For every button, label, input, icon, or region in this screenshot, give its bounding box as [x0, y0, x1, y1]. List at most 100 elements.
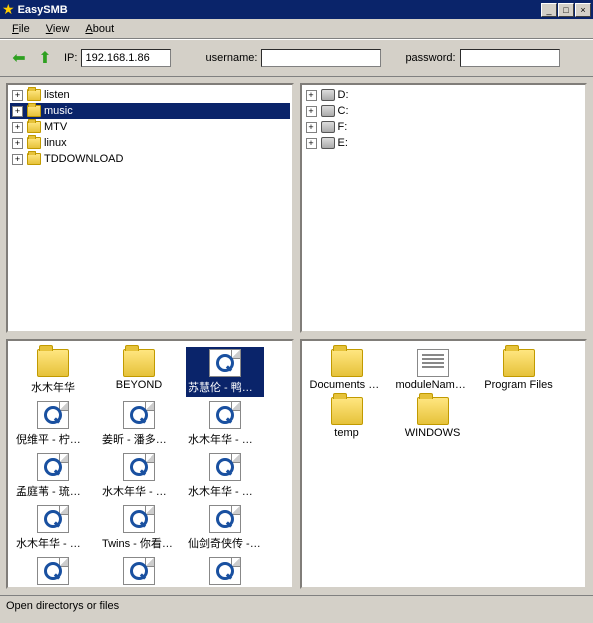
local-tree-item[interactable]: +D: — [304, 87, 584, 103]
menu-file-label: ile — [19, 23, 30, 35]
menu-view-label: iew — [53, 23, 70, 35]
remote-tree-panel: + listen + music + MTV + linux + TDDOWNLOAD — [6, 83, 294, 333]
folder-icon — [417, 397, 449, 425]
file-label: 水木年华 - 秋日... — [102, 483, 176, 499]
file-item[interactable]: 仙剑奇侠传 - 05... — [186, 503, 264, 553]
folder-icon — [503, 349, 535, 377]
media-file-icon — [123, 401, 155, 429]
nav-back-button[interactable]: ⬅ — [8, 47, 30, 69]
file-item[interactable]: 水木年华 - 借我... — [186, 399, 264, 449]
text-file-icon — [417, 349, 449, 377]
status-text: Open directorys or files — [6, 600, 119, 612]
file-label: 仙剑奇侠传 - 05... — [188, 535, 262, 551]
remote-tree-item[interactable]: + TDDOWNLOAD — [10, 151, 290, 167]
app-icon: ★ — [2, 1, 15, 18]
nav-forward-button[interactable]: ⬆ — [34, 47, 56, 69]
expand-icon[interactable]: + — [306, 138, 317, 149]
file-label: moduleName.txt — [396, 379, 470, 391]
file-item[interactable]: 水木年华 — [14, 347, 92, 397]
username-input[interactable] — [261, 49, 381, 67]
file-label: WINDOWS — [396, 427, 470, 439]
drive-icon — [321, 105, 335, 117]
folder-icon — [27, 89, 41, 101]
media-file-icon — [209, 557, 241, 585]
file-label: 苏慧伦 - 鸭子.mp3 — [188, 379, 262, 395]
menu-view[interactable]: View — [38, 21, 78, 37]
file-item[interactable]: 蔡依林 - hey — [100, 555, 178, 589]
remote-tree-item[interactable]: + listen — [10, 87, 290, 103]
expand-icon[interactable]: + — [306, 106, 317, 117]
file-item[interactable]: Program Files — [480, 347, 558, 393]
file-item[interactable]: Twins - 你看我吃... — [100, 503, 178, 553]
file-label: Program Files — [482, 379, 556, 391]
ip-input[interactable] — [81, 49, 171, 67]
file-item[interactable]: S.H.E - 一眼万年 — [14, 555, 92, 589]
file-label: 水木年华 - 今天... — [188, 483, 262, 499]
file-item[interactable]: 苏慧伦 - 鸭子.mp3 — [186, 347, 264, 397]
local-files-iconview[interactable]: Documents and S... moduleName.txt Program … — [302, 341, 586, 447]
ip-label: IP: — [64, 52, 77, 64]
folder-icon — [331, 349, 363, 377]
file-item[interactable]: 姜昕 - 潘多拉.mp3 — [100, 399, 178, 449]
media-file-icon — [37, 557, 69, 585]
menu-about[interactable]: About — [77, 21, 122, 37]
file-item[interactable]: moduleName.txt — [394, 347, 472, 393]
file-item[interactable]: 水木年华 - 今天... — [186, 451, 264, 501]
drive-icon — [321, 137, 335, 149]
folder-icon — [331, 397, 363, 425]
folder-icon — [27, 121, 41, 133]
expand-icon[interactable]: + — [306, 90, 317, 101]
file-label: 水木年华 - 借我... — [188, 431, 262, 447]
remote-tree-item[interactable]: + music — [10, 103, 290, 119]
local-tree-item[interactable]: + C: — [304, 103, 584, 119]
local-tree-item[interactable]: + F: — [304, 119, 584, 135]
file-item[interactable]: 水木年华 - 秋日... — [100, 451, 178, 501]
expand-icon[interactable]: + — [12, 90, 23, 101]
media-file-icon — [123, 505, 155, 533]
tree-item-label: F: — [338, 121, 348, 133]
titlebar: ★ EasySMB _ □ × — [0, 0, 593, 19]
file-label: K One - 爱情... — [188, 587, 262, 589]
file-label: Twins - 你看我吃... — [102, 535, 176, 551]
remote-files-iconview[interactable]: 水木年华BEYOND 苏慧伦 - 鸭子.mp3 倪维平 - 柠檬树...姜昕 - 潘… — [8, 341, 292, 589]
maximize-button[interactable]: □ — [558, 3, 574, 17]
remote-tree-item[interactable]: + MTV — [10, 119, 290, 135]
expand-icon[interactable]: + — [12, 138, 23, 149]
tree-item-label: C: — [338, 105, 349, 117]
minimize-button[interactable]: _ — [541, 3, 557, 17]
local-tree-panel: +D:+C:+F:+E: — [300, 83, 588, 333]
menu-about-label: bout — [93, 23, 114, 35]
tree-item-label: music — [44, 105, 73, 117]
password-input[interactable] — [460, 49, 560, 67]
file-item[interactable]: 孟庭苇 - 琉璃.mp3 — [14, 451, 92, 501]
local-tree[interactable]: +D:+C:+F:+E: — [302, 85, 586, 153]
statusbar: Open directorys or files — [0, 595, 593, 615]
tree-item-label: listen — [44, 89, 70, 101]
local-tree-item[interactable]: +E: — [304, 135, 584, 151]
tree-item-label: MTV — [44, 121, 67, 133]
file-item[interactable]: K One - 爱情... — [186, 555, 264, 589]
file-item[interactable]: BEYOND — [100, 347, 178, 397]
file-item[interactable]: Documents and S... — [308, 347, 386, 393]
remote-tree[interactable]: + listen + music + MTV + linux + TDDOWNLOAD — [8, 85, 292, 169]
expand-icon[interactable]: + — [12, 106, 23, 117]
file-item[interactable]: temp — [308, 395, 386, 441]
file-label: S.H.E - 一眼万年 — [16, 587, 90, 589]
expand-icon[interactable]: + — [12, 122, 23, 133]
tree-item-label: TDDOWNLOAD — [44, 153, 123, 165]
file-item[interactable]: WINDOWS — [394, 395, 472, 441]
close-button[interactable]: × — [575, 3, 591, 17]
file-label: temp — [310, 427, 384, 439]
media-file-icon — [209, 505, 241, 533]
expand-icon[interactable]: + — [12, 154, 23, 165]
media-file-icon — [37, 401, 69, 429]
file-item[interactable]: 水木年华 - 耶路... — [14, 503, 92, 553]
remote-tree-item[interactable]: + linux — [10, 135, 290, 151]
expand-icon[interactable]: + — [306, 122, 317, 133]
tree-item-label: linux — [44, 137, 67, 149]
menu-file[interactable]: File — [4, 21, 38, 37]
media-file-icon — [123, 557, 155, 585]
main-panes: +listen+music+MTV+linux+TDDOWNLOAD +D:+C… — [0, 77, 593, 595]
file-label: 水木年华 - 耶路... — [16, 535, 90, 551]
file-item[interactable]: 倪维平 - 柠檬树... — [14, 399, 92, 449]
